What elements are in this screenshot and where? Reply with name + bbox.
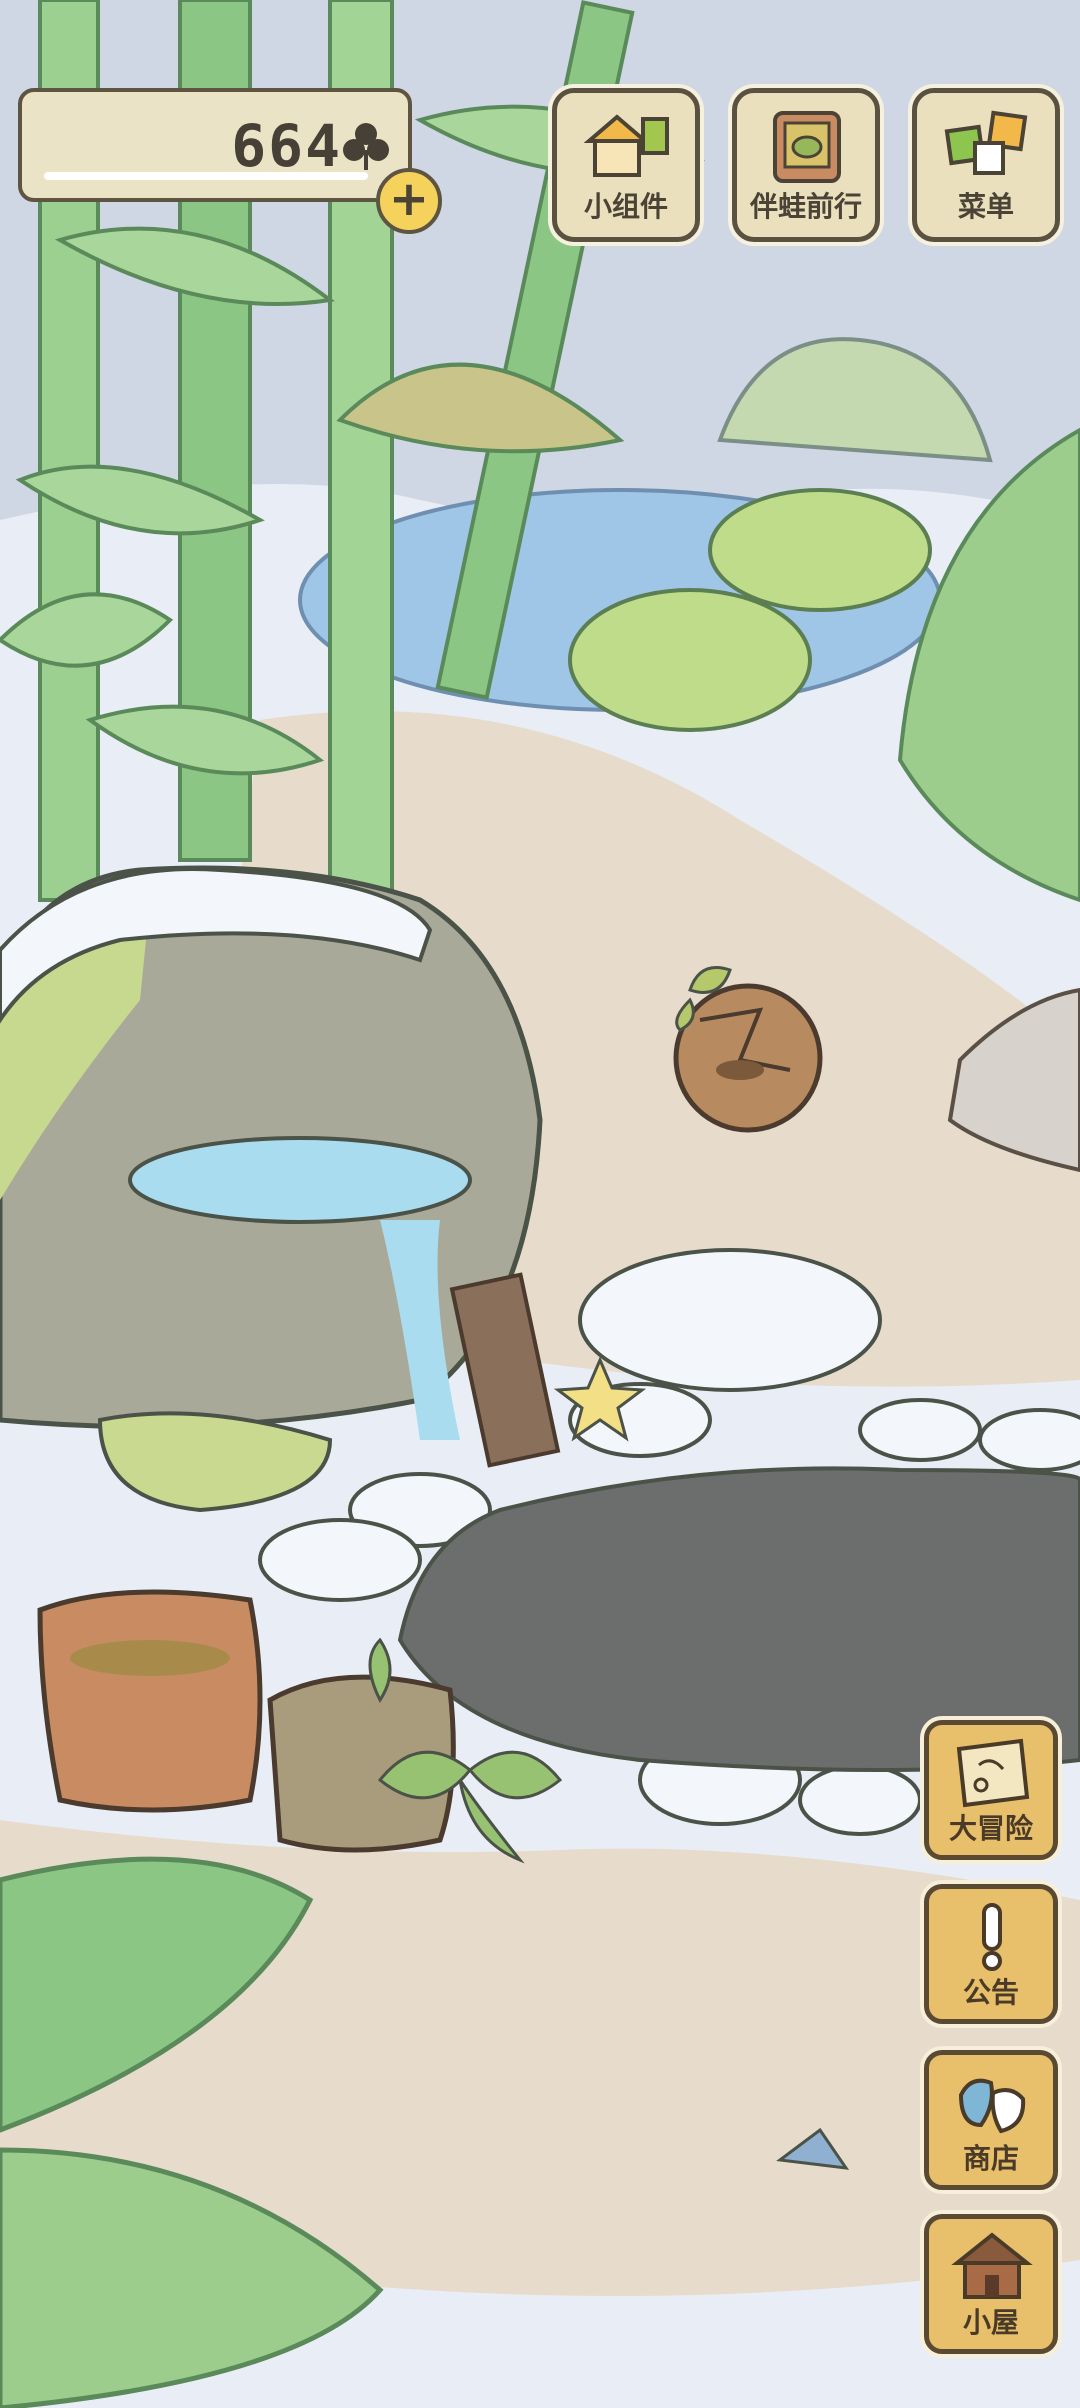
frog-journey-icon (773, 111, 841, 183)
menu-cards-icon (944, 110, 1028, 175)
pot-water (128, 1136, 472, 1224)
adventure-map-icon (956, 1738, 1030, 1808)
announcement-label: 公告 (962, 1976, 1019, 2009)
widget-label: 小组件 (583, 190, 668, 223)
house-button[interactable]: 小屋 (924, 2214, 1058, 2354)
widget-button[interactable]: 小组件 (552, 88, 700, 242)
exclamation-icon (982, 1903, 1002, 1971)
clover-amount: 664 (231, 112, 342, 180)
wooden-planter (37, 1589, 263, 1813)
announcement-button[interactable]: 公告 (924, 1884, 1058, 2024)
menu-label: 菜单 (957, 190, 1014, 223)
clover-counter: 664 (18, 88, 412, 202)
garden-scene (0, 0, 1080, 2408)
house-icon (951, 2232, 1033, 2299)
add-clover-button[interactable]: + (376, 168, 442, 234)
widget-icon (583, 114, 669, 177)
frog-journey-label: 伴蛙前行 (749, 190, 862, 223)
house-label: 小屋 (962, 2306, 1019, 2339)
planter-soil (70, 1640, 230, 1676)
shop-bag-icon (958, 2078, 1026, 2134)
menu-button[interactable]: 菜单 (912, 88, 1060, 242)
shop-button[interactable]: 商店 (924, 2050, 1058, 2190)
shop-label: 商店 (962, 2142, 1019, 2175)
clover-icon (343, 123, 389, 170)
adventure-button[interactable]: 大冒险 (924, 1720, 1058, 1860)
adventure-label: 大冒险 (948, 1812, 1033, 1845)
frog-journey-button[interactable]: 伴蛙前行 (732, 88, 880, 242)
